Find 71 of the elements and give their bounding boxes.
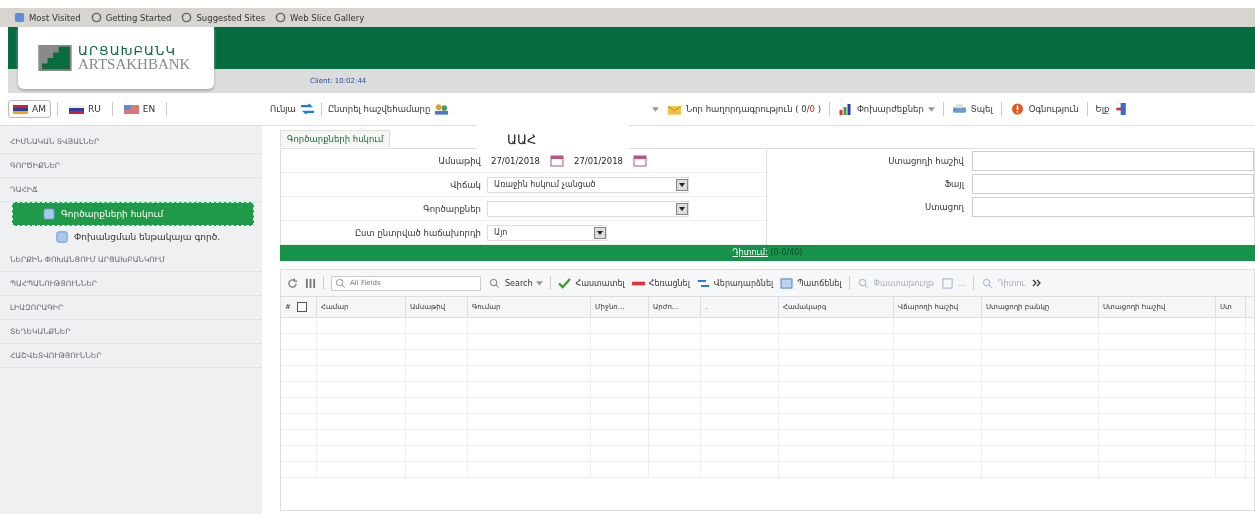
toolbar-button[interactable]: Վերադարձնել: [696, 277, 774, 289]
field-label: Ստացողի հաշիվ: [888, 155, 964, 166]
calendar-icon[interactable]: [633, 154, 647, 167]
language-button[interactable]: AM: [8, 100, 51, 118]
menu-item[interactable]: Ընտրել հաշվեհամարը: [327, 103, 450, 115]
bar-chart-icon: [838, 103, 853, 115]
flag-icon: [123, 104, 139, 114]
printer-icon: [951, 103, 967, 115]
field-label: Ստացող: [925, 201, 964, 212]
stairs-logo-icon: [38, 45, 72, 71]
search-icon: [856, 277, 870, 289]
select-field[interactable]: Առաջին հսկում չանցած: [487, 176, 689, 193]
field-label: Ամսաթիվ: [437, 155, 481, 166]
web-page-icon: [275, 12, 287, 23]
envelope-icon: [667, 103, 682, 115]
input-field[interactable]: [972, 196, 1254, 217]
document-icon: [43, 208, 55, 220]
language-button[interactable]: EN: [118, 100, 161, 118]
select-field[interactable]: Այո: [487, 224, 607, 241]
menu-item[interactable]: Ելք: [1095, 103, 1129, 115]
logo-text: ԱՐՑԱԽԲԱՆԿ: [78, 44, 178, 57]
check-icon: [558, 277, 572, 289]
search-icon: [334, 277, 347, 289]
input-field[interactable]: [972, 150, 1254, 171]
columns-icon[interactable]: [305, 277, 316, 289]
menu-item[interactable]: Փոխարժեքներ: [838, 103, 935, 115]
web-page-icon: [181, 12, 193, 23]
field-label: Ֆայլ: [944, 178, 964, 189]
caret-icon: [536, 280, 544, 286]
people-icon: [434, 103, 450, 115]
search-icon: [488, 277, 501, 289]
toolbar-button[interactable]: Հաստատել: [558, 277, 625, 289]
favorites-link[interactable]: Web Slice Gallery: [275, 12, 365, 23]
caret-icon[interactable]: [652, 106, 659, 112]
field-label: Վիճակ: [449, 179, 481, 190]
menu-item[interactable]: Ունյա: [270, 103, 315, 115]
favorites-link[interactable]: Suggested Sites: [181, 12, 266, 23]
menu-item[interactable]: Տպել: [951, 103, 993, 115]
search-button[interactable]: Search: [488, 277, 544, 289]
input-field[interactable]: [972, 173, 1254, 194]
view-bar[interactable]: Դիտում: (0-0/40): [280, 245, 1255, 261]
flag-icon: [13, 104, 28, 114]
date-field[interactable]: 27/01/2018: [487, 153, 544, 168]
menu-item[interactable]: Օգնություն: [1009, 103, 1079, 115]
select-field[interactable]: [487, 200, 689, 217]
window-icon: [780, 277, 794, 289]
exit-door-icon: [1113, 103, 1129, 115]
double-chevron-icon[interactable]: [1032, 279, 1042, 287]
messages-link[interactable]: Նոր հաղորդագրություն ( 0/0 ): [667, 103, 821, 115]
warning-icon: [1009, 103, 1025, 115]
web-page-icon: [90, 12, 102, 23]
sidebar-subitem[interactable]: Փոխանցման ենթակայա գործ.: [12, 226, 250, 248]
sidebar-subitem[interactable]: Գործարքների հսկում: [12, 202, 254, 226]
document-icon: [940, 277, 954, 289]
select-all-checkbox[interactable]: [296, 302, 307, 312]
page-icon: [14, 12, 25, 23]
date-field[interactable]: 27/01/2018: [570, 153, 627, 168]
toolbar-button[interactable]: Հեռացնել: [631, 277, 690, 289]
search-icon: [980, 277, 994, 289]
field-label: Ըստ ընտրված հաճախորդի: [353, 227, 481, 238]
flag-icon: [68, 104, 84, 114]
favorites-link[interactable]: Getting Started: [90, 12, 172, 23]
language-button[interactable]: RU: [63, 100, 106, 118]
logo-text: ARTSAKHBANK: [78, 57, 191, 72]
panel-tab[interactable]: Գործարքների հսկում: [280, 130, 391, 147]
refresh-icon[interactable]: [287, 277, 298, 289]
field-label: Գործարքներ: [422, 203, 481, 214]
document-icon: [56, 231, 68, 243]
calendar-icon[interactable]: [550, 154, 564, 167]
favorites-link[interactable]: Most Visited: [14, 12, 81, 23]
toolbar-button[interactable]: Պատճենել: [780, 277, 842, 289]
